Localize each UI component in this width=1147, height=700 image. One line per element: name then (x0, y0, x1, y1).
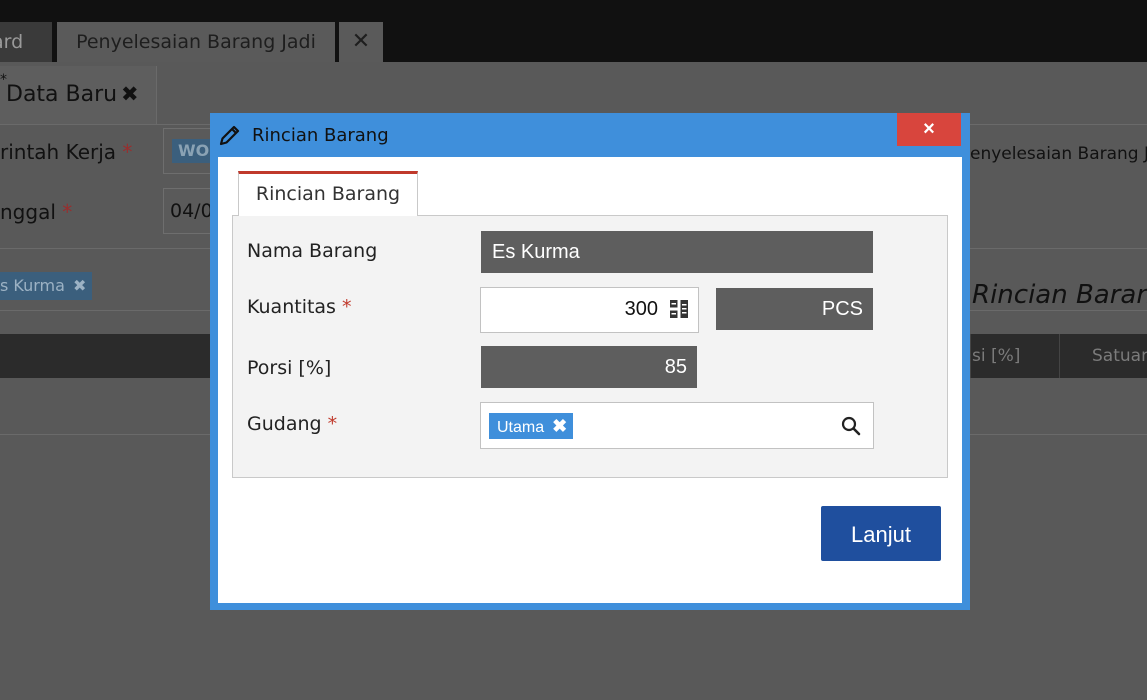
close-icon: × (923, 118, 935, 140)
close-icon[interactable]: ✖ (121, 82, 139, 106)
column-separator (970, 334, 971, 378)
item-detail-dialog: Rincian Barang × Rincian Barang Nama Bar… (210, 113, 970, 610)
subtab-data-baru[interactable]: * Data Baru ✖ (0, 66, 157, 125)
portion-value: 85 (664, 356, 687, 378)
next-button-label: Lanjut (851, 522, 911, 547)
top-tab-bar: ard Penyelesaian Barang Jadi ✕ (0, 0, 1147, 62)
calculator-icon[interactable] (670, 300, 688, 318)
portion-label: Porsi [%] (247, 357, 332, 379)
tab-label: Penyelesaian Barang Jadi (76, 31, 316, 53)
search-icon[interactable] (841, 416, 861, 436)
column-separator (1059, 334, 1060, 378)
dialog-close-button[interactable]: × (897, 113, 961, 146)
quantity-input[interactable]: 300 (480, 287, 699, 333)
item-detail-form: Nama Barang Es Kurma Kuantitas * 300 PCS… (232, 215, 948, 478)
tab-penyelesaian-barang-jadi[interactable]: Penyelesaian Barang Jadi (57, 22, 335, 62)
tab-label: Rincian Barang (255, 183, 401, 205)
close-icon: ✕ (351, 29, 371, 54)
close-icon[interactable]: ✖ (552, 413, 567, 439)
item-tag-label: s Kurma (0, 276, 65, 295)
quantity-value: 300 (624, 298, 658, 320)
close-icon[interactable]: ✖ (73, 276, 86, 295)
tab-dashboard[interactable]: ard (0, 22, 52, 62)
tab-rincian-barang[interactable]: Rincian Barang (238, 171, 418, 216)
column-header-portion: si [%] (972, 346, 1021, 366)
pencil-icon (219, 125, 240, 146)
item-name-field: Es Kurma (481, 231, 873, 273)
work-order-chip: WO (172, 139, 216, 163)
dialog-titlebar[interactable]: Rincian Barang × (210, 113, 970, 157)
tab-close-button[interactable]: ✕ (339, 22, 383, 62)
item-name-value: Es Kurma (492, 241, 580, 263)
dialog-title: Rincian Barang (252, 125, 389, 146)
unit-value: PCS (821, 298, 863, 320)
item-tag: s Kurma ✖ (0, 272, 93, 300)
unit-field: PCS (716, 288, 873, 330)
warehouse-tag: Utama ✖ (489, 413, 574, 439)
dialog-body: Rincian Barang Nama Barang Es Kurma Kuan… (218, 157, 962, 603)
next-button[interactable]: Lanjut (821, 506, 941, 561)
item-name-label: Nama Barang (247, 240, 378, 262)
portion-field: 85 (481, 346, 697, 388)
reference-text: enyelesaian Barang Ja (970, 144, 1147, 164)
work-order-label: rintah Kerja * (0, 140, 133, 164)
quantity-label: Kuantitas * (247, 296, 352, 318)
warehouse-tag-label: Utama (497, 419, 545, 436)
date-value: 04/0 (170, 200, 213, 222)
tab-dashboard-label: ard (0, 31, 24, 53)
column-header-unit: Satuar (1092, 346, 1147, 366)
warehouse-select[interactable]: Utama ✖ (480, 402, 874, 449)
date-label: nggal * (0, 200, 73, 224)
section-title: Rincian Baran (972, 280, 1147, 310)
warehouse-label: Gudang * (247, 413, 338, 435)
subtab-label: Data Baru (6, 82, 118, 107)
